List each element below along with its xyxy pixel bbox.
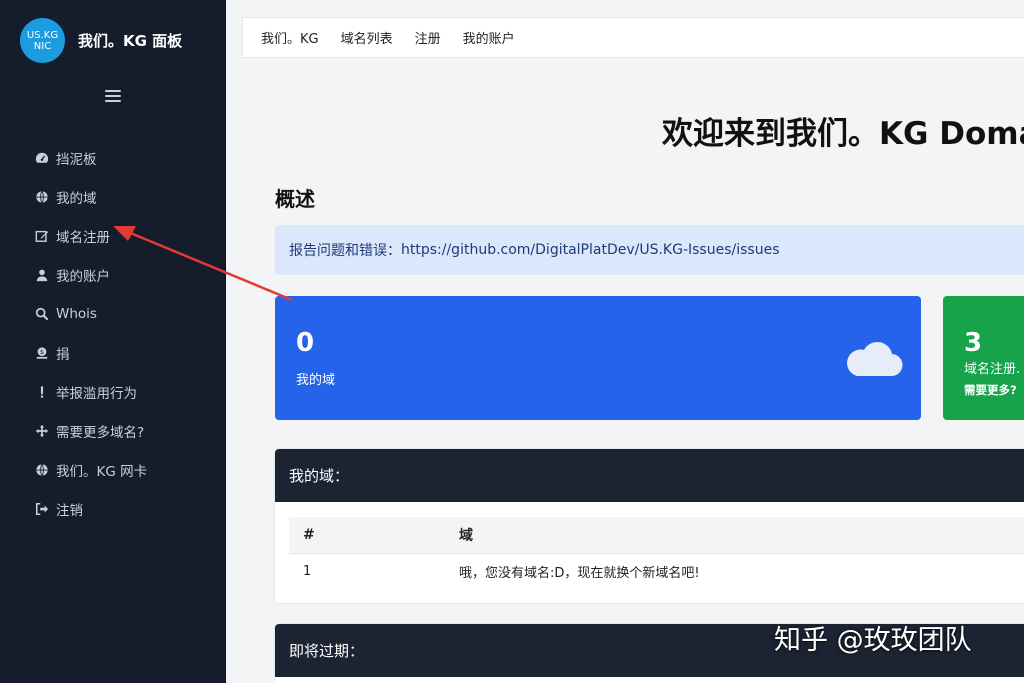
- nav-link-home[interactable]: 我们。KG: [261, 28, 319, 47]
- card-label: 域名注册.: [964, 362, 1021, 377]
- sidebar-item-label: 我的域: [56, 190, 97, 207]
- table-row: 1 哦，您没有域名:D，现在就换个新域名吧!: [289, 553, 1024, 590]
- info-alert: 报告问题和错误： https://github.com/DigitalPlatD…: [275, 225, 1024, 275]
- brand[interactable]: US.KG NIC 我们。KG 面板: [20, 18, 182, 63]
- search-icon: [34, 306, 49, 321]
- sidebar-item-label: 需要更多域名?: [56, 424, 145, 441]
- need-more-link[interactable]: 需要更多?: [964, 382, 1017, 398]
- sign-out-icon: [34, 501, 49, 516]
- sidebar-item-report-abuse[interactable]: 举报滥用行为: [34, 372, 147, 411]
- my-domains-card: 0 我的域: [275, 296, 921, 420]
- exclamation-icon: [34, 384, 49, 399]
- domains-table: # 域 1 哦，您没有域名:D，现在就换个新域名吧!: [289, 517, 1024, 590]
- sidebar-item-label: 我的账户: [56, 268, 110, 285]
- card-value: 3: [964, 328, 983, 358]
- sidebar-item-my-account[interactable]: 我的账户: [34, 255, 147, 294]
- edit-icon: [34, 228, 49, 243]
- sidebar: US.KG NIC 我们。KG 面板 挡泥板 我的域 域名注册 我的账户 Who…: [0, 0, 226, 683]
- hamburger-menu-icon[interactable]: [105, 86, 121, 106]
- sidebar-item-register-domain[interactable]: 域名注册: [34, 216, 147, 255]
- sidebar-menu: 挡泥板 我的域 域名注册 我的账户 Whois $ 捐 举报滥用行为 需要更多域: [34, 138, 147, 528]
- alert-prefix: 报告问题和错误：: [289, 243, 401, 259]
- sidebar-item-label: 挡泥板: [56, 151, 97, 168]
- column-header-index: #: [289, 517, 445, 554]
- sidebar-item-network-card[interactable]: 我们。KG 网卡: [34, 450, 147, 489]
- sidebar-item-whois[interactable]: Whois: [34, 294, 147, 333]
- my-domains-panel: 我的域： # 域 1 哦，您没有域名:D，现在就换个新域名吧!: [275, 449, 1024, 603]
- card-value: 0: [296, 328, 315, 358]
- sidebar-item-label: Whois: [56, 305, 97, 322]
- logo: US.KG NIC: [20, 18, 65, 63]
- sidebar-item-label: 举报滥用行为: [56, 385, 137, 402]
- sidebar-item-label: 注销: [56, 502, 83, 519]
- issues-link[interactable]: https://github.com/DigitalPlatDev/US.KG-…: [401, 242, 780, 258]
- globe-icon: [34, 462, 49, 477]
- brand-title: 我们。KG 面板: [78, 32, 183, 50]
- panel-title: 我的域：: [275, 449, 1024, 502]
- card-label: 我的域: [296, 373, 336, 388]
- sidebar-item-label: 捐: [56, 346, 70, 363]
- top-nav: 我们。KG 域名列表 注册 我的账户: [242, 17, 1024, 58]
- cloud-icon: [847, 341, 903, 377]
- page-title: 欢迎来到我们。KG Doma: [662, 116, 1024, 152]
- sidebar-item-more-domains[interactable]: 需要更多域名?: [34, 411, 147, 450]
- watermark: 知乎 @玫玫团队: [774, 625, 972, 656]
- table-header-row: # 域: [289, 517, 1024, 554]
- donate-icon: $: [34, 345, 49, 360]
- table-cell-index: 1: [303, 564, 312, 580]
- svg-text:$: $: [40, 348, 44, 355]
- globe-icon: [34, 189, 49, 204]
- column-header-domain: 域: [445, 517, 1024, 554]
- domains-registered-card: 3 域名注册. 需要更多?: [943, 296, 1024, 420]
- arrows-icon: [34, 423, 49, 438]
- sidebar-item-logout[interactable]: 注销: [34, 489, 147, 528]
- nav-link-domain-list[interactable]: 域名列表: [341, 28, 393, 47]
- nav-link-my-account[interactable]: 我的账户: [463, 28, 515, 47]
- overview-heading: 概述: [275, 187, 315, 211]
- nav-link-register[interactable]: 注册: [415, 28, 441, 47]
- sidebar-item-label: 我们。KG 网卡: [56, 463, 148, 480]
- table-cell-domain: 哦，您没有域名:D，现在就换个新域名吧!: [459, 566, 700, 582]
- user-icon: [34, 267, 49, 282]
- dashboard-icon: [34, 150, 49, 165]
- sidebar-item-my-domains[interactable]: 我的域: [34, 177, 147, 216]
- sidebar-item-dashboard[interactable]: 挡泥板: [34, 138, 147, 177]
- sidebar-item-donate[interactable]: $ 捐: [34, 333, 147, 372]
- sidebar-item-label: 域名注册: [56, 229, 110, 246]
